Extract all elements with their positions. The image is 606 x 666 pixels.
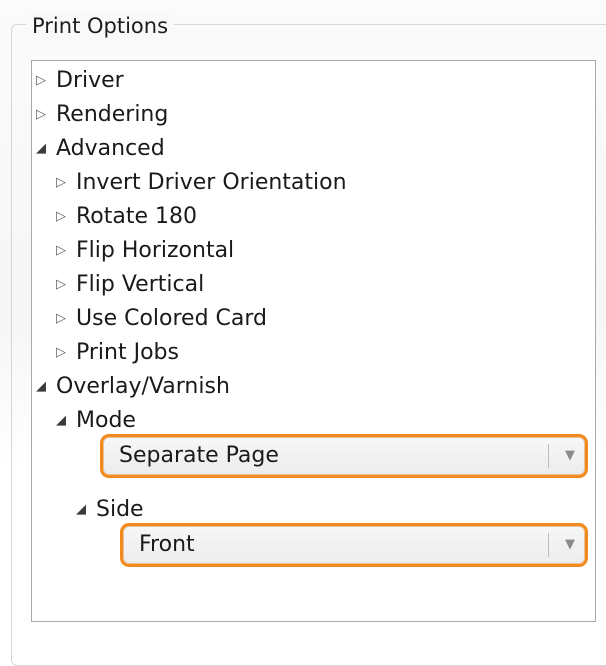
- tree-item-mode[interactable]: ◢ Mode: [56, 404, 136, 438]
- tree-item-label: Flip Vertical: [76, 272, 205, 297]
- tree-item-side[interactable]: ◢ Side: [76, 493, 144, 527]
- group-title: Print Options: [26, 12, 175, 40]
- mode-dropdown-value: Separate Page: [119, 443, 279, 468]
- collapse-arrow-icon[interactable]: ◢: [36, 132, 56, 166]
- expand-arrow-icon[interactable]: ▷: [56, 166, 76, 200]
- chevron-down-icon[interactable]: ▼: [565, 526, 575, 564]
- tree-item-label: Driver: [56, 68, 124, 93]
- tree-item-label: Flip Horizontal: [76, 238, 235, 263]
- tree-item-label: Mode: [76, 408, 136, 433]
- expand-arrow-icon[interactable]: ▷: [56, 336, 76, 370]
- tree-item-label: Rotate 180: [76, 204, 198, 229]
- expand-arrow-icon[interactable]: ▷: [56, 302, 76, 336]
- collapse-arrow-icon[interactable]: ◢: [76, 493, 96, 527]
- tree-item-invert-driver-orientation[interactable]: ▷ Invert Driver Orientation: [56, 166, 347, 200]
- dropdown-separator: [548, 533, 549, 557]
- expand-arrow-icon[interactable]: ▷: [36, 64, 56, 98]
- collapse-arrow-icon[interactable]: ◢: [56, 404, 76, 438]
- dropdown-separator: [548, 444, 549, 468]
- tree-item-flip-horizontal[interactable]: ▷ Flip Horizontal: [56, 234, 234, 268]
- expand-arrow-icon[interactable]: ▷: [56, 234, 76, 268]
- expand-arrow-icon[interactable]: ▷: [56, 268, 76, 302]
- tree-item-overlay-varnish[interactable]: ◢ Overlay/Varnish: [36, 370, 230, 404]
- tree-item-advanced[interactable]: ◢ Advanced: [36, 132, 165, 166]
- tree-item-flip-vertical[interactable]: ▷ Flip Vertical: [56, 268, 204, 302]
- tree-item-label: Side: [96, 497, 144, 522]
- tree-item-rendering[interactable]: ▷ Rendering: [36, 98, 168, 132]
- tree-item-print-jobs[interactable]: ▷ Print Jobs: [56, 336, 179, 370]
- side-dropdown[interactable]: Front ▼: [120, 523, 588, 567]
- side-dropdown-value: Front: [139, 532, 195, 557]
- tree-item-rotate-180[interactable]: ▷ Rotate 180: [56, 200, 197, 234]
- tree-item-label: Advanced: [56, 136, 165, 161]
- expand-arrow-icon[interactable]: ▷: [36, 98, 56, 132]
- tree-item-label: Rendering: [56, 102, 169, 127]
- tree-item-use-colored-card[interactable]: ▷ Use Colored Card: [56, 302, 267, 336]
- mode-dropdown[interactable]: Separate Page ▼: [100, 434, 588, 478]
- chevron-down-icon[interactable]: ▼: [565, 437, 575, 475]
- tree-item-label: Print Jobs: [76, 340, 179, 365]
- options-tree[interactable]: ▷ Driver ▷ Rendering ◢ Advanced ▷ Invert Dri…: [31, 60, 596, 622]
- tree-item-label: Invert Driver Orientation: [76, 170, 347, 195]
- tree-item-label: Overlay/Varnish: [56, 374, 230, 399]
- tree-item-label: Use Colored Card: [76, 306, 268, 331]
- collapse-arrow-icon[interactable]: ◢: [36, 370, 56, 404]
- tree-item-driver[interactable]: ▷ Driver: [36, 64, 124, 98]
- expand-arrow-icon[interactable]: ▷: [56, 200, 76, 234]
